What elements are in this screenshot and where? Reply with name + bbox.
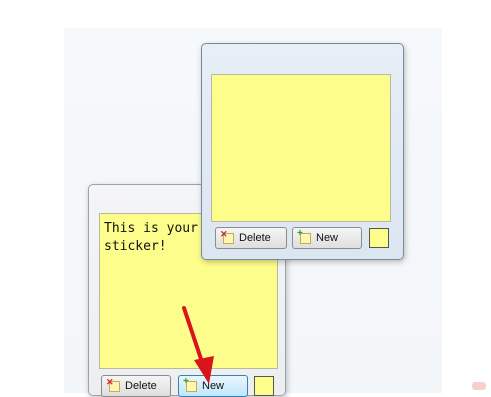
- new-note-icon: +: [297, 228, 312, 245]
- delete-button[interactable]: ✕ Delete: [215, 227, 287, 249]
- color-swatch-button[interactable]: [369, 228, 389, 248]
- delete-button[interactable]: ✕ Delete: [101, 375, 171, 397]
- new-button[interactable]: + New: [292, 227, 362, 249]
- new-button-label: New: [316, 232, 339, 244]
- delete-note-icon: ✕: [106, 377, 121, 393]
- sticky-note-text[interactable]: [212, 75, 390, 87]
- sticky-note-area[interactable]: [211, 74, 391, 222]
- new-button[interactable]: + New: [178, 375, 248, 397]
- delete-note-icon: ✕: [220, 229, 235, 245]
- delete-button-label: Delete: [125, 380, 157, 392]
- color-swatch-button[interactable]: [254, 376, 274, 396]
- new-note-icon: +: [183, 376, 198, 393]
- sticky-note-window-front[interactable]: ✕ Delete + New: [201, 43, 404, 260]
- delete-button-label: Delete: [239, 232, 271, 244]
- watermark-logo: [472, 382, 486, 390]
- new-button-label: New: [202, 380, 225, 392]
